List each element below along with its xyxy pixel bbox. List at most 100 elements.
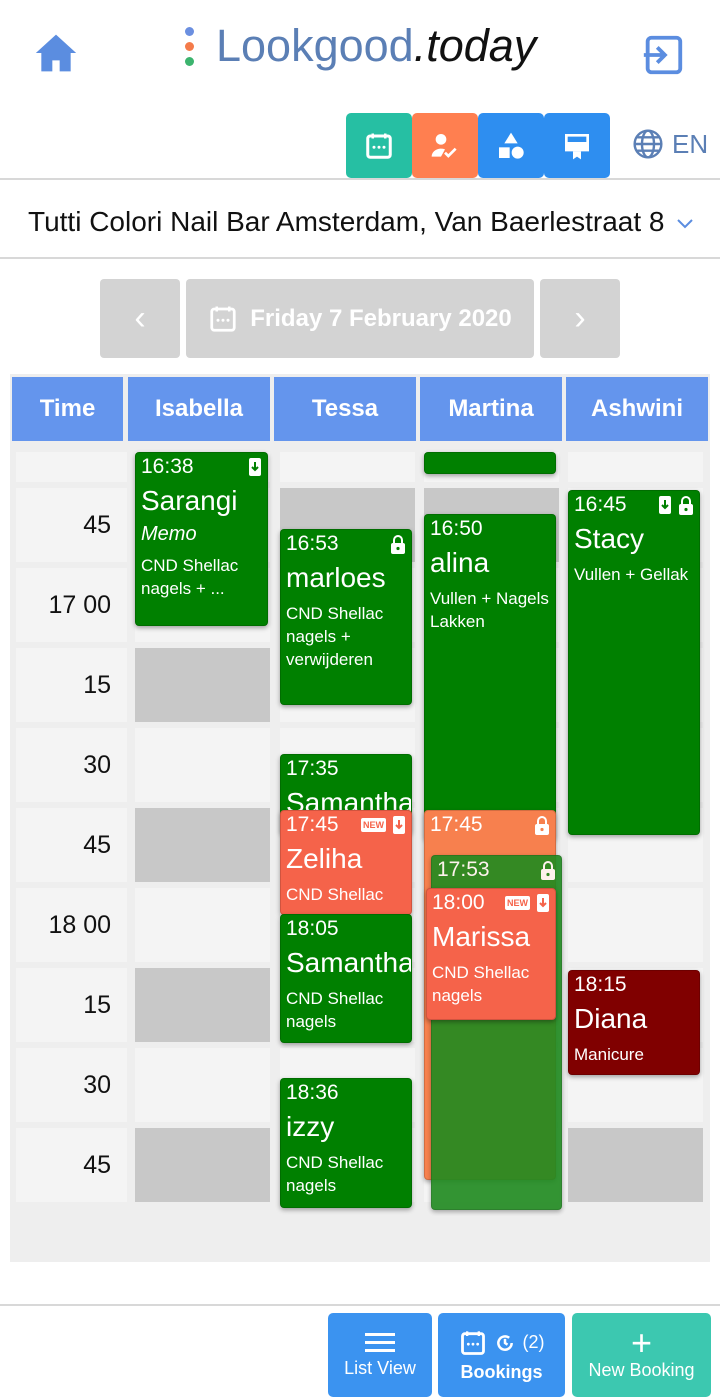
booking-service: CND Shellac nagels	[286, 989, 384, 1031]
phone-download-icon	[249, 458, 261, 476]
booking-izzy[interactable]: 18:36 izzy CND Shellac nagels	[280, 1078, 412, 1208]
booking-samantha[interactable]: 18:05 Samantha CND Shellac nagels	[280, 914, 412, 1043]
divider	[0, 178, 720, 180]
booking-customer: Samantha	[286, 947, 412, 978]
booking-service: CND Shellac nagels + verwijderen	[286, 604, 384, 669]
list-view-button[interactable]: List View	[328, 1313, 432, 1397]
date-picker-button[interactable]: Friday 7 February 2020	[186, 279, 534, 358]
lock-icon	[541, 861, 555, 880]
certificate-icon	[565, 133, 589, 159]
time-label	[16, 452, 127, 482]
booking-alina[interactable]: 16:50 alina Vullen + Nagels Lakken	[424, 514, 556, 840]
booking-marloes[interactable]: 16:53 marloes CND Shellac nagels + verwijd…	[280, 529, 412, 705]
time-label: 45	[16, 808, 127, 882]
time-slot[interactable]	[135, 968, 270, 1042]
user-check-icon	[431, 133, 457, 158]
calendar-tool-button[interactable]	[346, 113, 412, 178]
shapes-icon	[499, 132, 524, 159]
salon-select[interactable]: Tutti Colori Nail Bar Amsterdam, Van Bae…	[28, 206, 664, 238]
booking-customer: izzy	[286, 1111, 335, 1142]
home-icon[interactable]	[34, 32, 78, 74]
time-slot[interactable]	[135, 888, 270, 962]
booking-service: CND Shellac	[286, 885, 384, 904]
customers-tool-button[interactable]	[412, 113, 478, 178]
booking-zeliha[interactable]: 17:45 NEW Zeliha CND Shellac	[280, 810, 412, 915]
lock-icon	[535, 816, 549, 835]
plus-icon: +	[630, 1321, 653, 1363]
time-slot[interactable]	[135, 648, 270, 722]
time-slot[interactable]	[280, 452, 415, 482]
booking-customer: marloes	[286, 562, 386, 593]
time-label: 17 00	[16, 568, 127, 642]
booking-time: 16:38	[141, 455, 194, 478]
booking-customer: Zeliha	[286, 843, 363, 874]
booking-service: CND Shellac nagels	[432, 963, 530, 1005]
column-header-ashwini: Ashwini	[566, 377, 708, 441]
calendar-icon	[460, 1330, 485, 1355]
booking-service: Vullen + Nagels Lakken	[430, 589, 549, 631]
booking-customer: Stacy	[574, 523, 645, 554]
time-slot[interactable]	[568, 452, 703, 482]
services-tool-button[interactable]	[478, 113, 544, 178]
booking-customer: alina	[430, 547, 490, 578]
time-slot[interactable]	[135, 808, 270, 882]
bookings-button[interactable]: (2) Bookings	[438, 1313, 565, 1397]
phone-download-icon	[659, 496, 671, 514]
time-label: 30	[16, 1048, 127, 1122]
time-slot[interactable]	[135, 728, 270, 802]
menu-icon	[365, 1332, 395, 1352]
vouchers-tool-button[interactable]	[544, 113, 610, 178]
lock-icon	[679, 496, 693, 515]
time-slot[interactable]	[568, 888, 703, 962]
time-slot[interactable]	[135, 1048, 270, 1122]
booking-marissa[interactable]: 18:00 NEW Marissa CND Shellac nagels	[426, 888, 556, 1020]
booking-sarangi[interactable]: 16:38 Sarangi Memo CND Shellac nagels + ...	[135, 452, 268, 626]
calendar-icon	[210, 306, 236, 332]
booking-customer: Diana	[574, 1003, 648, 1034]
chevron-down-icon[interactable]	[676, 218, 694, 230]
lock-icon	[391, 535, 405, 554]
column-header-tessa: Tessa	[274, 377, 416, 441]
booking-time: 16:50	[430, 517, 483, 540]
new-badge-icon: NEW	[505, 896, 530, 910]
next-day-button[interactable]: ›	[540, 279, 620, 358]
booking-time: 18:05	[286, 917, 339, 940]
time-label: 45	[16, 488, 127, 562]
app-logo: Lookgood .today	[185, 20, 536, 72]
phone-download-icon	[537, 894, 549, 912]
login-icon[interactable]	[640, 32, 686, 78]
column-header-isabella: Isabella	[128, 377, 270, 441]
new-booking-button[interactable]: + New Booking	[572, 1313, 711, 1397]
time-slot[interactable]	[135, 1128, 270, 1202]
time-label: 18 00	[16, 888, 127, 962]
booking-time: 17:45	[430, 813, 483, 836]
time-slot[interactable]	[568, 1128, 703, 1202]
language-selector[interactable]: EN	[632, 128, 708, 160]
column-header-time: Time	[12, 377, 123, 441]
booking-customer: Sarangi	[141, 485, 238, 516]
booking-service: CND Shellac nagels + ...	[141, 556, 239, 598]
globe-icon	[633, 129, 663, 159]
booking-memo: Memo	[141, 523, 197, 545]
time-label: 45	[16, 1128, 127, 1202]
booking-service: Manicure	[574, 1045, 644, 1064]
booking-service: Vullen + Gellak	[574, 565, 689, 584]
booking-customer: Marissa	[432, 921, 531, 952]
time-label: 15	[16, 968, 127, 1042]
column-header-martina: Martina	[420, 377, 562, 441]
prev-day-button[interactable]: ‹	[100, 279, 180, 358]
new-badge-icon: NEW	[361, 818, 386, 832]
booking-time: 18:00	[432, 891, 485, 914]
divider	[0, 257, 720, 259]
booking-stacy[interactable]: 16:45 Stacy Vullen + Gellak	[568, 490, 700, 835]
calendar-icon	[366, 133, 392, 159]
history-icon	[496, 1334, 513, 1351]
booking-time: 18:36	[286, 1081, 339, 1104]
booking-time: 18:15	[574, 973, 627, 996]
booking-diana[interactable]: 18:15 Diana Manicure	[568, 970, 700, 1075]
phone-download-icon	[393, 816, 405, 834]
booking-time: 16:45	[574, 493, 627, 516]
booking-service: CND Shellac nagels	[286, 1153, 384, 1195]
booking-time: 17:53	[437, 858, 490, 881]
booking-block[interactable]	[424, 452, 556, 474]
